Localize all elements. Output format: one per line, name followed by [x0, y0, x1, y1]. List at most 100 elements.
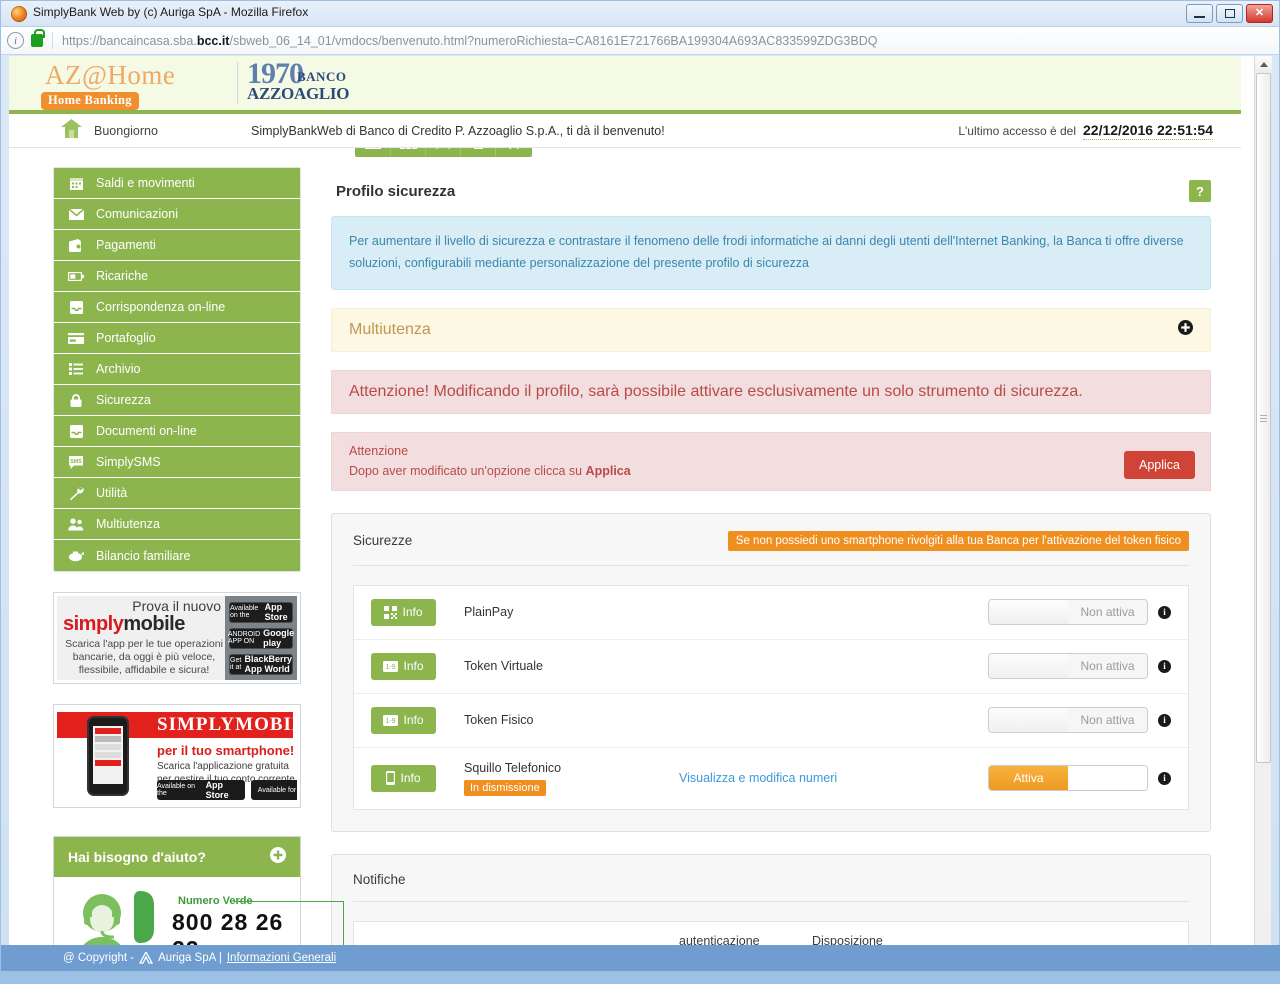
- sidebar-item-portafoglio[interactable]: Portafoglio: [54, 323, 300, 354]
- google-play-small: ANDROID APP ON: [227, 631, 261, 645]
- users-icon: [66, 518, 86, 531]
- question-mark-icon[interactable]: ?: [1189, 180, 1211, 202]
- logo-banco: BANCO: [297, 69, 347, 84]
- app-store-small: Available on the: [230, 605, 259, 619]
- danger-banner: Attenzione! Modificando il profilo, sarà…: [331, 369, 1211, 414]
- lock-icon[interactable]: [31, 29, 45, 47]
- sidebar-item-label: Corrispondenza on-line: [96, 300, 226, 314]
- scroll-up-button[interactable]: [1255, 56, 1272, 73]
- sidebar-item-label: Sicurezza: [96, 393, 151, 407]
- logo-divider: [237, 62, 238, 104]
- url-domain: bcc.it: [196, 33, 230, 48]
- info-banner: Per aumentare il livello di sicurezza e …: [331, 216, 1211, 290]
- sidebar-item-archivio[interactable]: Archivio: [54, 354, 300, 385]
- toggle-right[interactable]: [1068, 766, 1147, 791]
- promo-banner-simplymobile-smartphone[interactable]: SIMPLYMOBILE per il tuo smartphone! Scar…: [53, 704, 301, 808]
- notifiche-header: Notifiche: [353, 872, 1189, 902]
- scrollbar-thumb[interactable]: [1256, 73, 1271, 763]
- vertical-scrollbar[interactable]: [1254, 56, 1272, 964]
- toggle-plainpay[interactable]: Non attiva: [988, 599, 1148, 626]
- promo2-subtitle: per il tuo smartphone!: [157, 743, 295, 758]
- info-button-token-virtuale[interactable]: 1-9 Info: [371, 652, 436, 680]
- url-path: /sbweb_06_14_01/vmdocs/benvenuto.html?nu…: [229, 33, 878, 48]
- info-button-squillo-telefonico[interactable]: Info: [371, 764, 436, 792]
- page-info-icon[interactable]: i: [7, 32, 24, 49]
- toggle-squillo-telefonico[interactable]: Attiva: [988, 765, 1148, 792]
- close-button[interactable]: ✕: [1246, 4, 1273, 23]
- phone-illustration: [87, 716, 129, 796]
- promo2-title: SIMPLYMOBILE: [157, 714, 297, 735]
- page-title-row: Profilo sicurezza ?: [331, 167, 1211, 216]
- security-link[interactable]: Visualizza e modifica numeri: [679, 771, 929, 785]
- sidebar-item-label: Bilancio familiare: [96, 548, 191, 563]
- sidebar-item-label: SimplySMS: [96, 455, 161, 469]
- multiutenza-accordion[interactable]: Multiutenza: [331, 307, 1211, 352]
- bb-big: BlackBerry App World: [244, 654, 292, 674]
- sidebar-item-comunicazioni[interactable]: Comunicazioni: [54, 199, 300, 230]
- app-store-badge-2[interactable]: Available on the App Store: [157, 780, 245, 800]
- sidebar-item-bilancio-familiare[interactable]: Bilancio familiare: [54, 540, 300, 571]
- sidebar-item-sicurezza[interactable]: Sicurezza: [54, 385, 300, 416]
- minimize-button[interactable]: [1186, 4, 1213, 23]
- toggle-state-label[interactable]: Non attiva: [1068, 600, 1147, 625]
- google-play-badge[interactable]: ANDROID APP ON Google play: [227, 627, 294, 649]
- promo-banner-simplymobile-app[interactable]: Prova il nuovo simplymobile Scarica l'ap…: [53, 592, 301, 684]
- toggle-left[interactable]: [989, 600, 1068, 625]
- site-logo[interactable]: AZ@Home Home Banking: [41, 62, 231, 110]
- footer-link-informazioni-generali[interactable]: Informazioni Generali: [227, 952, 336, 964]
- footer-company: Auriga SpA |: [158, 952, 222, 964]
- site-header: AZ@Home Home Banking 1970 BANCO AZZOAGLI…: [9, 56, 1241, 157]
- notifiche-title: Notifiche: [353, 871, 406, 887]
- sidebar-item-documenti-on-line[interactable]: Documenti on-line: [54, 416, 300, 447]
- info-button-plainpay[interactable]: Info: [371, 598, 436, 626]
- address-bar[interactable]: i https://bancaincasa.sba.bcc.it/sbweb_0…: [1, 27, 1279, 55]
- promo1-logo: simplymobile: [63, 613, 225, 635]
- apply-button[interactable]: Applica: [1124, 450, 1195, 479]
- numero-verde-rule: [234, 901, 344, 902]
- app-store-big: App Store: [264, 602, 288, 622]
- sicurezze-rows: Info PlainPay Non attiva i 1-9 Info Toke…: [353, 584, 1189, 810]
- welcome-bar: Buongiorno SimplyBankWeb di Banco di Cre…: [9, 114, 1241, 148]
- sidebar-item-label: Archivio: [96, 362, 141, 376]
- toggle-left[interactable]: [989, 708, 1068, 733]
- help-box-header[interactable]: Hai bisogno d'aiuto?: [54, 837, 300, 877]
- info-tooltip-icon[interactable]: i: [1158, 605, 1171, 619]
- plus-circle-icon[interactable]: [270, 846, 286, 868]
- sidebar-item-saldi-e-movimenti[interactable]: Saldi e movimenti: [54, 168, 300, 199]
- sidebar-item-label: Portafoglio: [96, 331, 156, 345]
- sidebar-item-pagamenti[interactable]: Pagamenti: [54, 230, 300, 261]
- toggle-state-label[interactable]: Attiva: [989, 766, 1068, 791]
- main-navigation: Saldi e movimenti Comunicazioni Pagament…: [53, 167, 301, 572]
- apply-notice-pre: Dopo aver modificato un'opzione clicca s…: [349, 463, 586, 478]
- sidebar-item-ricariche[interactable]: Ricariche: [54, 261, 300, 292]
- sidebar-item-multiutenza[interactable]: Multiutenza: [54, 509, 300, 540]
- multiutenza-label: Multiutenza: [349, 320, 431, 338]
- info-tooltip-icon[interactable]: i: [1158, 771, 1171, 785]
- info-tooltip-icon[interactable]: i: [1158, 713, 1171, 727]
- toggle-token-virtuale[interactable]: Non attiva: [988, 653, 1148, 680]
- plus-circle-icon[interactable]: [1178, 319, 1193, 340]
- info-tooltip-icon[interactable]: i: [1158, 659, 1171, 673]
- toggle-state-label[interactable]: Non attiva: [1068, 654, 1147, 679]
- sidebar-item-label: Documenti on-line: [96, 424, 197, 438]
- sidebar-item-corrispondenza-on-line[interactable]: Corrispondenza on-line: [54, 292, 300, 323]
- app-store-badge[interactable]: Available on the App Store: [229, 601, 293, 623]
- sidebar-item-utilita[interactable]: Utilità: [54, 478, 300, 509]
- status-badge: In dismissione: [464, 779, 546, 796]
- maximize-button[interactable]: [1216, 4, 1243, 23]
- home-icon[interactable]: [61, 118, 82, 143]
- blackberry-world-badge[interactable]: Get it at BlackBerry App World: [229, 653, 293, 675]
- toggle-state-label[interactable]: Non attiva: [1068, 708, 1147, 733]
- sms-icon: SMS: [66, 455, 86, 469]
- android-badge[interactable]: Available forandroid: [251, 780, 297, 800]
- table-row: Info PlainPay Non attiva i: [354, 586, 1188, 640]
- toggle-left[interactable]: [989, 654, 1068, 679]
- footer-bar: @ Copyright - Auriga SpA | Informazioni …: [1, 945, 1280, 971]
- sicurezze-header: Sicurezze Se non possiedi uno smartphone…: [353, 530, 1189, 566]
- sidebar-item-simplysms[interactable]: SMS SimplySMS: [54, 447, 300, 478]
- toggle-token-fisico[interactable]: Non attiva: [988, 707, 1148, 734]
- info-button-token-fisico[interactable]: 1-9 Info: [371, 706, 436, 734]
- url-prefix: https://bancaincasa.sba.: [62, 33, 197, 48]
- digits-icon: 1-9: [383, 660, 399, 672]
- bb-small: Get it at: [230, 657, 242, 671]
